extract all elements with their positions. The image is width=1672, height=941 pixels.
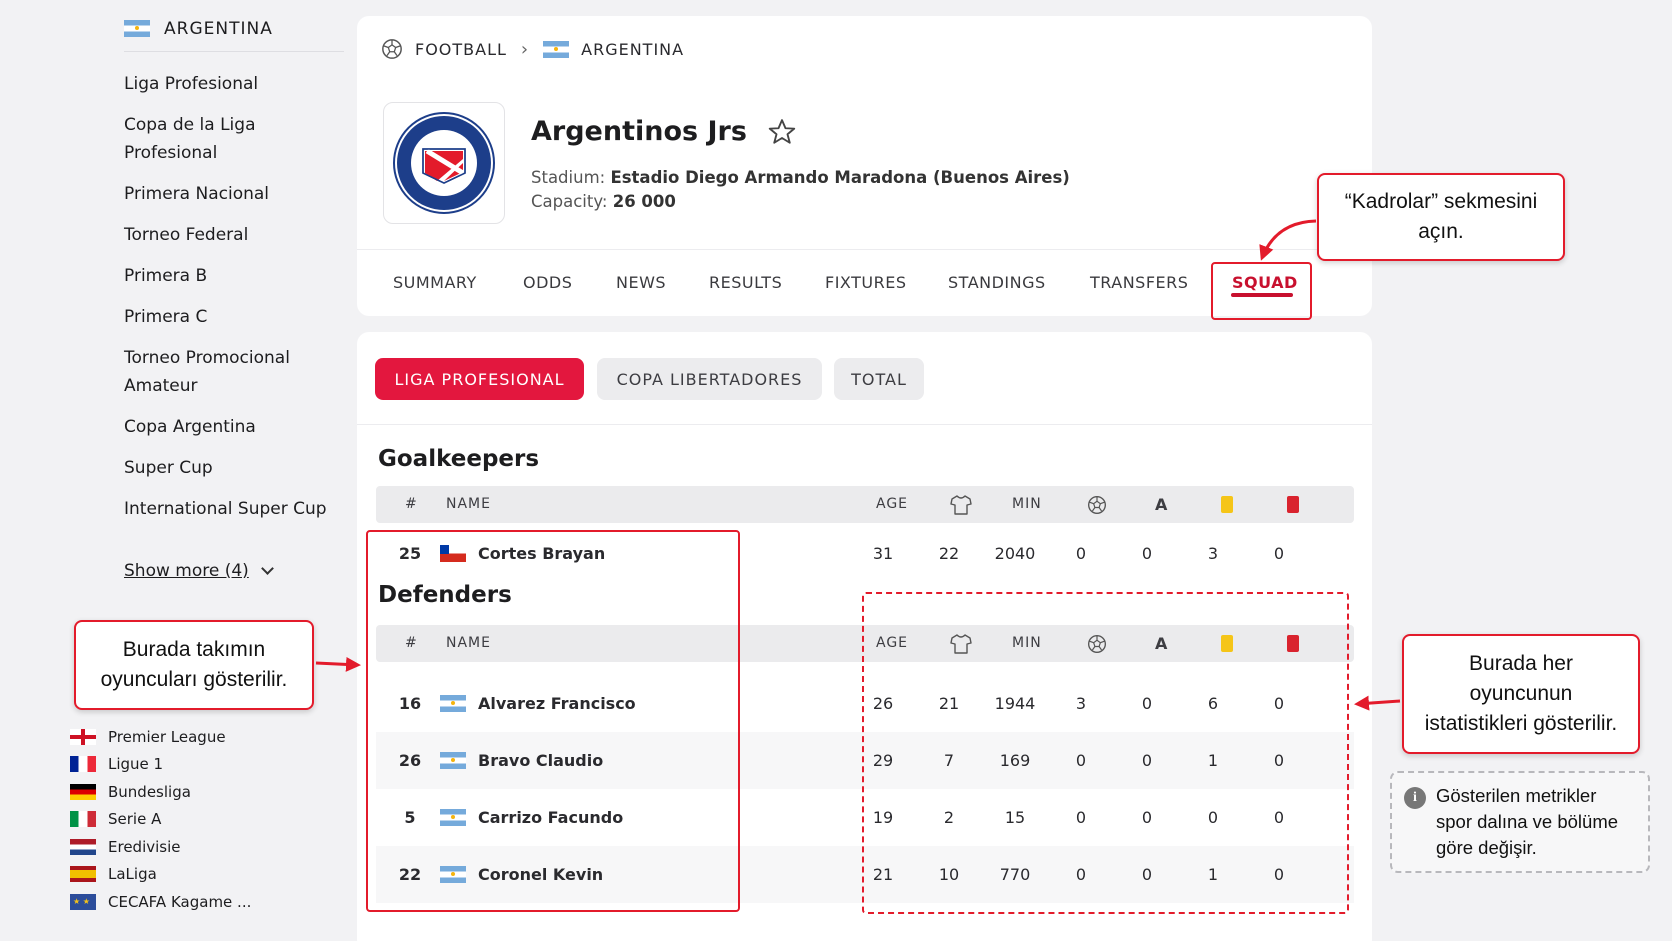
sidebar-league-item[interactable]: Copa de la Liga Profesional [124,111,274,167]
player-goals: 0 [1075,544,1087,563]
italy-flag-icon [70,811,96,828]
section-title-goalkeepers: Goalkeepers [378,446,540,472]
sidebar-league-item[interactable]: Torneo Federal [124,221,344,249]
sidebar-country-header[interactable]: ARGENTINA [124,14,344,52]
top-league-label: LaLiga [108,865,157,884]
col-name: NAME [446,496,491,512]
yellow-card-icon[interactable] [1221,496,1233,513]
tab-fixtures[interactable]: FIXTURES [825,273,906,292]
player-minutes: 2040 [994,544,1036,563]
top-league-item[interactable]: Bundesliga [70,778,251,806]
capacity-value: 26 000 [612,192,676,211]
sidebar-league-item[interactable]: Super Cup [124,454,344,482]
competition-pill-liga-profesional[interactable]: LIGA PROFESIONAL [375,358,584,400]
top-league-label: Bundesliga [108,782,191,801]
red-card-icon[interactable] [1287,496,1299,513]
sidebar-league-item[interactable]: Copa Argentina [124,413,344,441]
player-age: 31 [872,544,894,563]
info-note-text: Gösterilen metrikler spor dalına ve bölü… [1436,785,1619,858]
netherlands-flag-icon [70,838,96,855]
breadcrumb-separator-icon: › [520,38,530,60]
star-icon[interactable] [767,117,797,147]
top-league-label: Serie A [108,810,162,829]
top-league-label: Eredivisie [108,837,181,856]
team-crest-icon [393,112,495,214]
col-number: # [405,496,418,512]
breadcrumb-sport[interactable]: FOOTBALL [415,40,507,59]
squad-tab-highlight [1211,262,1312,320]
stadium-value: Estadio Diego Armando Maradona (Buenos A… [610,168,1070,187]
germany-flag-icon [70,783,96,800]
breadcrumb: FOOTBALL › ARGENTINA [381,38,684,60]
chevron-down-icon [260,562,274,575]
player-yellow-cards: 3 [1207,544,1219,563]
team-logo [383,102,505,224]
team-venue-info: Stadium: Estadio Diego Armando Maradona … [531,166,1070,214]
top-league-item[interactable]: LaLiga [70,861,251,889]
capacity-label: Capacity: [531,192,608,211]
sidebar-league-list: Liga Profesional Copa de la Liga Profesi… [124,70,344,536]
shirt-icon[interactable] [950,495,972,515]
argentina-flag-icon [124,20,150,37]
sidebar-league-item[interactable]: Primera Nacional [124,180,344,208]
goals-ball-icon[interactable] [1087,495,1107,515]
competition-pill-copa-libertadores[interactable]: COPA LIBERTADORES [597,358,822,400]
show-more-link[interactable]: Show more (4) [124,561,274,581]
france-flag-icon [70,756,96,773]
sidebar-league-item[interactable]: Primera C [124,303,344,331]
players-highlight [366,530,740,912]
argentina-flag-icon [543,40,570,58]
player-red-cards: 0 [1273,544,1285,563]
sidebar-league-item[interactable]: International Super Cup [124,495,344,523]
sidebar-country-name: ARGENTINA [164,18,273,39]
competition-pill-total[interactable]: TOTAL [834,358,924,400]
top-league-label: CECAFA Kagame ... [108,892,252,911]
player-assists: 0 [1141,544,1153,563]
stats-highlight [862,592,1349,914]
annotation-stats: Burada her oyuncunun istatistikleri göst… [1402,634,1640,754]
top-leagues-list: Premier League Ligue 1 Bundesliga Serie … [70,723,251,916]
info-note: i Gösterilen metrikler spor dalına ve bö… [1390,771,1650,873]
sidebar-league-item[interactable]: Primera B [124,262,344,290]
top-league-item[interactable]: Serie A [70,806,251,834]
top-league-item[interactable]: Eredivisie [70,833,251,861]
tab-transfers[interactable]: TRANSFERS [1090,273,1188,292]
col-minutes[interactable]: MIN [1012,486,1042,523]
top-league-label: Premier League [108,727,226,746]
team-name: Argentinos Jrs [531,116,747,147]
player-appearances: 22 [938,544,960,563]
sidebar: ARGENTINA Liga Profesional Copa de la Li… [0,0,350,941]
top-league-item[interactable]: Ligue 1 [70,751,251,779]
table-header: # NAME AGE MIN A [376,486,1354,523]
england-flag-icon [70,728,96,745]
annotation-squad-tab: “Kadrolar” sekmesini açın. [1317,173,1565,261]
sidebar-league-item[interactable]: Torneo Promocional Amateur [124,344,304,400]
spain-flag-icon [70,866,96,883]
tab-odds[interactable]: ODDS [523,273,572,292]
annotation-players: Burada takımın oyuncuları gösterilir. [74,620,314,710]
col-age[interactable]: AGE [876,486,908,523]
assists-icon[interactable]: A [1155,486,1168,523]
sidebar-league-item[interactable]: Liga Profesional [124,70,344,98]
team-title-row: Argentinos Jrs [531,116,797,147]
info-icon: i [1404,787,1426,809]
show-more-label: Show more (4) [124,561,249,581]
top-league-item[interactable]: Premier League [70,723,251,751]
tab-results[interactable]: RESULTS [709,273,782,292]
tab-news[interactable]: NEWS [616,273,666,292]
africa-flag-icon [70,893,96,910]
breadcrumb-country[interactable]: ARGENTINA [581,40,684,59]
tab-standings[interactable]: STANDINGS [948,273,1046,292]
stadium-label: Stadium: [531,168,606,187]
football-icon [382,39,402,59]
top-league-item[interactable]: CECAFA Kagame ... [70,888,251,916]
tab-summary[interactable]: SUMMARY [393,273,477,292]
top-league-label: Ligue 1 [108,755,164,774]
divider [357,424,1372,425]
